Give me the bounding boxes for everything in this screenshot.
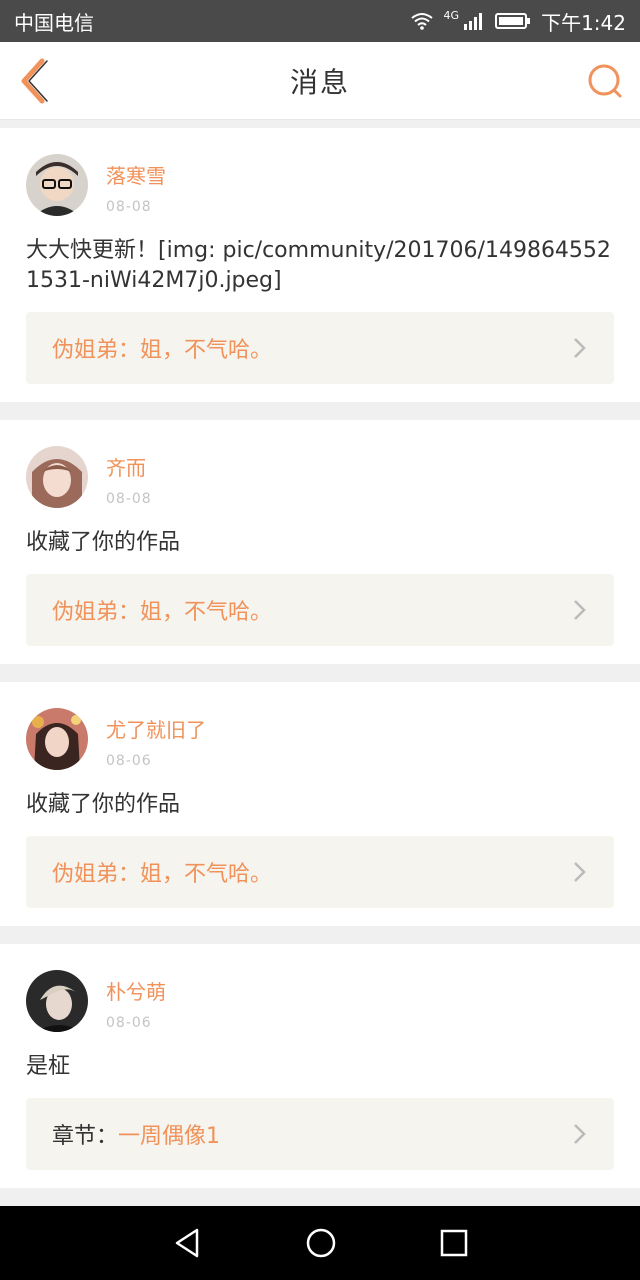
avatar[interactable] bbox=[26, 970, 88, 1032]
message-text: 大大快更新！[img: pic/community/201706/1498645… bbox=[26, 238, 611, 293]
chevron-right-icon bbox=[574, 600, 586, 620]
username[interactable]: 落寒雪 bbox=[106, 160, 166, 189]
reply-box[interactable]: 伪姐弟：姐，不气哈。 bbox=[26, 312, 614, 384]
reply-content: 一周偶像1 bbox=[118, 1124, 221, 1149]
reply-quote: 章节：一周偶像1 bbox=[52, 1118, 220, 1150]
reply-label: 章节： bbox=[52, 1124, 119, 1149]
message-card: 朴兮萌 08-06 是柾 章节：一周偶像1 bbox=[0, 944, 640, 1188]
avatar-image bbox=[26, 708, 88, 770]
carrier-label: 中国电信 bbox=[14, 10, 94, 35]
username[interactable]: 齐而 bbox=[106, 452, 152, 481]
status-icons: 4G 下午1:42 bbox=[410, 7, 626, 36]
username[interactable]: 朴兮萌 bbox=[106, 976, 166, 1005]
avatar-image bbox=[26, 970, 88, 1032]
message-text: 收藏了你的作品 bbox=[26, 792, 181, 817]
wifi-icon bbox=[410, 13, 433, 30]
signal-icon bbox=[464, 13, 483, 30]
reply-content: 姐，不气哈。 bbox=[140, 338, 273, 363]
avatar-image bbox=[26, 154, 88, 216]
user-meta: 尤了就旧了 08-06 bbox=[106, 708, 206, 769]
user-meta: 齐而 08-08 bbox=[106, 446, 152, 507]
search-icon bbox=[588, 64, 622, 98]
chevron-right-icon bbox=[574, 862, 586, 882]
search-button[interactable] bbox=[586, 62, 624, 100]
reply-box[interactable]: 章节：一周偶像1 bbox=[26, 1098, 614, 1170]
message-date: 08-08 bbox=[106, 199, 152, 215]
reply-box[interactable]: 伪姐弟：姐，不气哈。 bbox=[26, 836, 614, 908]
reply-label: 伪姐弟： bbox=[52, 600, 141, 625]
avatar[interactable] bbox=[26, 708, 88, 770]
message-text: 收藏了你的作品 bbox=[26, 530, 181, 555]
user-meta: 朴兮萌 08-06 bbox=[106, 970, 166, 1031]
reply-quote: 伪姐弟：姐，不气哈。 bbox=[52, 856, 272, 888]
reply-quote: 伪姐弟：姐，不气哈。 bbox=[52, 594, 272, 626]
user-row: 朴兮萌 08-06 bbox=[26, 970, 614, 1032]
time-label: 下午1:42 bbox=[541, 10, 626, 35]
battery-icon bbox=[495, 13, 531, 29]
back-triangle-icon[interactable] bbox=[172, 1227, 202, 1259]
avatar[interactable] bbox=[26, 446, 88, 508]
network-label: 4G bbox=[443, 8, 460, 22]
recents-square-icon[interactable] bbox=[440, 1229, 468, 1257]
user-row: 落寒雪 08-08 bbox=[26, 154, 614, 216]
reply-label: 伪姐弟： bbox=[52, 338, 141, 363]
avatar[interactable] bbox=[26, 154, 88, 216]
app-header: 消息 bbox=[0, 42, 640, 120]
message-date: 08-06 bbox=[106, 1015, 152, 1031]
back-button[interactable] bbox=[14, 57, 54, 105]
reply-quote: 伪姐弟：姐，不气哈。 bbox=[52, 332, 272, 364]
message-list: 落寒雪 08-08 大大快更新！[img: pic/community/2017… bbox=[0, 128, 640, 1206]
username[interactable]: 尤了就旧了 bbox=[106, 714, 206, 743]
system-nav-bar bbox=[0, 1206, 640, 1280]
user-meta: 落寒雪 08-08 bbox=[106, 154, 166, 215]
chevron-left-icon bbox=[21, 58, 48, 104]
status-bar: 中国电信 4G 下午1:42 bbox=[0, 0, 640, 42]
reply-box[interactable]: 伪姐弟：姐，不气哈。 bbox=[26, 574, 614, 646]
user-row: 齐而 08-08 bbox=[26, 446, 614, 508]
page-title: 消息 bbox=[289, 65, 350, 99]
reply-label: 伪姐弟： bbox=[52, 862, 141, 887]
chevron-right-icon bbox=[574, 1124, 586, 1144]
avatar-image bbox=[26, 446, 88, 508]
reply-content: 姐，不气哈。 bbox=[140, 600, 273, 625]
message-card: 齐而 08-08 收藏了你的作品 伪姐弟：姐，不气哈。 bbox=[0, 420, 640, 664]
user-row: 尤了就旧了 08-06 bbox=[26, 708, 614, 770]
message-date: 08-06 bbox=[106, 753, 152, 769]
message-card: 落寒雪 08-08 大大快更新！[img: pic/community/2017… bbox=[0, 128, 640, 402]
home-circle-icon[interactable] bbox=[305, 1227, 337, 1259]
message-text: 是柾 bbox=[26, 1054, 71, 1079]
message-date: 08-08 bbox=[106, 491, 152, 507]
message-card: 尤了就旧了 08-06 收藏了你的作品 伪姐弟：姐，不气哈。 bbox=[0, 682, 640, 926]
chevron-right-icon bbox=[574, 338, 586, 358]
reply-content: 姐，不气哈。 bbox=[140, 862, 273, 887]
